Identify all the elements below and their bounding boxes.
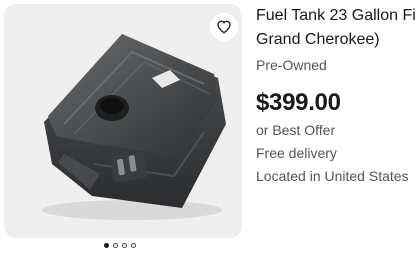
carousel-dot[interactable] <box>122 243 127 248</box>
carousel-dot[interactable] <box>131 243 136 248</box>
carousel-dot[interactable] <box>104 243 109 248</box>
listing-title-line2[interactable]: Grand Cherokee) <box>256 28 416 52</box>
carousel-dot[interactable] <box>113 243 118 248</box>
product-image[interactable] <box>4 4 242 238</box>
price: $399.00 <box>256 89 341 116</box>
location-label: Located in United States <box>256 168 409 184</box>
best-offer-label: or Best Offer <box>256 122 336 138</box>
condition-label: Pre-Owned <box>256 57 327 73</box>
listing-info: Fuel Tank 23 Gallon Fits Grand Cherokee)… <box>256 4 416 186</box>
listing-title[interactable]: Fuel Tank 23 Gallon Fits Grand Cherokee) <box>256 4 416 52</box>
listing-title-line1[interactable]: Fuel Tank 23 Gallon Fits <box>256 4 416 28</box>
listing-card[interactable]: Fuel Tank 23 Gallon Fits Grand Cherokee)… <box>0 0 416 266</box>
carousel-dots[interactable] <box>104 243 136 248</box>
heart-icon <box>217 20 231 34</box>
product-image-panel[interactable] <box>4 4 242 238</box>
watch-button[interactable] <box>210 13 238 41</box>
delivery-label: Free delivery <box>256 145 337 161</box>
